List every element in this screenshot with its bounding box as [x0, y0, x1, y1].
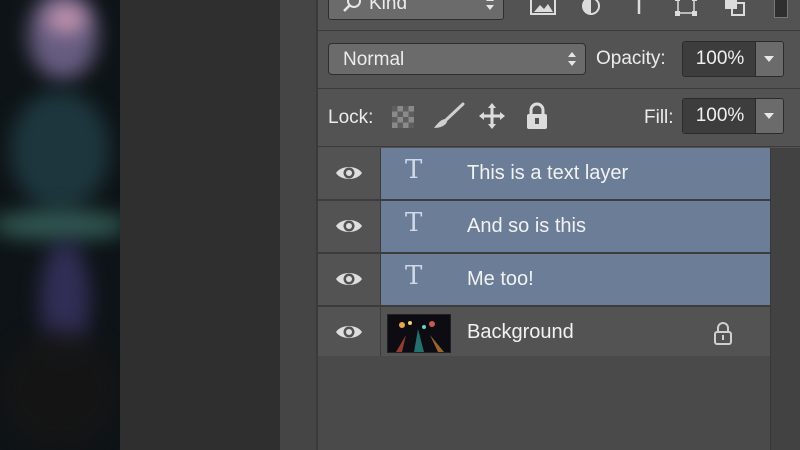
layer-name[interactable]: Background — [467, 321, 574, 344]
smart-object-filter-icon[interactable] — [724, 0, 746, 21]
layer-name[interactable]: This is a text layer — [467, 162, 628, 185]
visibility-toggle[interactable] — [318, 201, 381, 252]
text-layer-icon: T — [405, 261, 423, 291]
layer-row[interactable]: T And so is this — [318, 201, 770, 254]
filter-kind-select[interactable]: Kind — [328, 0, 504, 20]
lock-label: Lock: — [328, 107, 374, 128]
eye-icon — [336, 220, 362, 232]
visibility-toggle[interactable] — [318, 307, 381, 358]
eye-icon — [336, 273, 362, 285]
visibility-toggle[interactable] — [318, 148, 381, 199]
layers-scrollbar[interactable] — [770, 148, 800, 450]
layer-name[interactable]: Me too! — [467, 268, 534, 291]
layer-body[interactable]: T This is a text layer — [381, 148, 770, 199]
filter-kind-value: Kind — [369, 0, 408, 14]
workspace-background — [120, 0, 280, 450]
adjustment-filter-icon[interactable] — [581, 0, 601, 21]
divider — [318, 146, 800, 147]
opacity-field[interactable]: 100% — [682, 41, 784, 77]
layer-list: T This is a text layer T And so is this … — [318, 148, 770, 360]
layer-body[interactable]: T And so is this — [381, 201, 770, 252]
layers-panel: Kind Normal Opacity: 100% Lock: Fill: 10… — [316, 0, 800, 450]
opacity-value[interactable]: 100% — [683, 42, 757, 76]
fill-dropdown-button[interactable] — [755, 99, 783, 133]
visibility-toggle[interactable] — [318, 254, 381, 305]
layer-body[interactable]: Background — [381, 307, 770, 358]
image-filter-icon[interactable] — [530, 0, 556, 21]
layer-filter-row: Kind — [318, 0, 800, 28]
text-layer-icon: T — [405, 155, 423, 185]
fill-field[interactable]: 100% — [682, 98, 784, 134]
text-layer-icon: T — [405, 208, 423, 238]
chevron-updown-icon — [485, 0, 495, 16]
divider — [318, 88, 800, 89]
lock-all-icon[interactable] — [526, 102, 548, 135]
blend-mode-value: Normal — [343, 49, 405, 70]
divider — [318, 30, 800, 31]
chevron-down-icon — [764, 56, 774, 62]
layer-row[interactable]: Background — [318, 307, 770, 360]
blend-opacity-row: Normal Opacity: 100% — [318, 34, 800, 86]
layer-name[interactable]: And so is this — [467, 215, 586, 238]
layer-row[interactable]: T Me too! — [318, 254, 770, 307]
lock-image-pixels-icon[interactable] — [432, 102, 466, 135]
type-filter-icon[interactable] — [631, 0, 647, 21]
search-icon — [341, 0, 363, 19]
lock-fill-row: Lock: Fill: 100% — [318, 90, 800, 144]
layer-row[interactable]: T This is a text layer — [318, 148, 770, 201]
document-canvas[interactable] — [0, 0, 120, 450]
eye-icon — [336, 326, 362, 338]
lock-position-icon[interactable] — [478, 102, 506, 135]
layer-thumbnail — [387, 314, 451, 353]
lock-transparent-pixels-icon[interactable] — [392, 106, 414, 133]
chevron-updown-icon — [567, 51, 577, 72]
layer-list-empty-area — [318, 356, 770, 450]
fill-value[interactable]: 100% — [683, 99, 757, 133]
layer-body[interactable]: T Me too! — [381, 254, 770, 305]
opacity-dropdown-button[interactable] — [755, 42, 783, 76]
lock-icon — [713, 321, 733, 350]
fill-label: Fill: — [644, 107, 674, 128]
eye-icon — [336, 167, 362, 179]
opacity-label: Opacity: — [596, 48, 666, 69]
chevron-down-icon — [764, 113, 774, 119]
blend-mode-select[interactable]: Normal — [328, 43, 586, 75]
filter-toggle-switch[interactable] — [774, 0, 788, 18]
panel-gutter — [280, 0, 316, 450]
shape-filter-icon[interactable] — [675, 0, 697, 21]
